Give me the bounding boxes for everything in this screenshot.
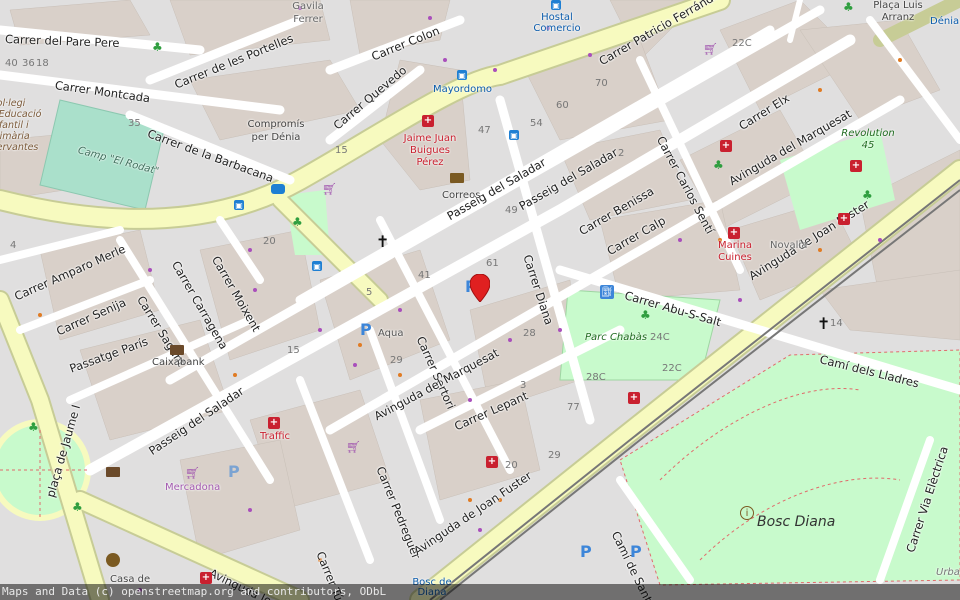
bank-icon[interactable] [170,345,184,355]
location-marker-icon[interactable] [470,274,490,302]
pharmacy-icon[interactable]: + [838,213,850,225]
pharmacy-icon[interactable]: + [268,417,280,429]
parking-icon[interactable]: P [228,462,240,481]
map-attribution: Maps and Data (c) openstreetmap.org and … [0,584,960,600]
pharmacy-icon[interactable]: + [850,160,862,172]
shopping-cart-icon[interactable]: 🛒︎ [185,466,200,480]
map-canvas[interactable]: Carrer del Pare Pere Carrer Montcada Car… [0,0,960,600]
shopping-cart-icon[interactable]: 🛒︎ [322,182,337,196]
church-icon: ✝ [376,232,390,251]
parking-icon[interactable]: P [630,542,642,561]
post-office-icon[interactable] [106,467,120,477]
bus-stop-icon[interactable]: ▣ [312,261,322,271]
museum-icon[interactable] [106,553,120,567]
tree-icon: ♣ [862,188,873,202]
parking-icon[interactable]: P [360,320,372,339]
pharmacy-icon[interactable]: + [720,140,732,152]
pharmacy-icon[interactable]: + [200,572,212,584]
bus-stop-icon[interactable]: ▣ [234,200,244,210]
bus-stop-icon[interactable]: ▣ [457,70,467,80]
bus-stop-icon[interactable]: ▣ [551,0,561,10]
tree-icon: ♣ [640,308,651,322]
tree-icon: ♣ [713,158,724,172]
post-office-icon[interactable] [450,173,464,183]
shopping-cart-icon[interactable]: 🛒︎ [346,440,361,454]
church-icon: ✝ [817,314,831,333]
info-icon[interactable]: i [740,506,754,520]
pharmacy-icon[interactable]: + [628,392,640,404]
police-car-icon[interactable] [271,184,285,194]
shopping-cart-icon[interactable]: 🛒︎ [703,42,718,56]
tree-icon: ♣ [292,215,303,229]
bus-stop-icon[interactable]: ▣ [509,130,519,140]
pharmacy-icon[interactable]: + [486,456,498,468]
tree-icon: ♣ [72,500,83,514]
fuel-icon[interactable]: ⛽︎ [600,285,614,299]
pharmacy-icon[interactable]: + [728,227,740,239]
parking-icon[interactable]: P [580,542,592,561]
pharmacy-icon[interactable]: + [422,115,434,127]
tree-icon: ♣ [843,0,854,14]
tree-icon: ♣ [28,420,39,434]
tree-icon: ♣ [152,40,163,54]
